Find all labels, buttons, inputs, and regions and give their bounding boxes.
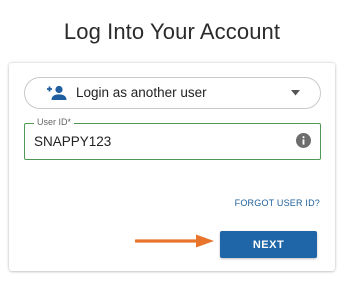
page-title: Log Into Your Account (63, 19, 281, 44)
user-id-label: User ID* (34, 117, 75, 127)
account-select-dropdown[interactable]: Login as another user (24, 77, 321, 109)
chevron-down-icon (291, 90, 300, 96)
user-id-field: User ID* (24, 117, 321, 160)
annotation-arrow-icon (135, 234, 214, 248)
forgot-user-id-link[interactable]: FORGOT USER ID? (235, 198, 320, 208)
add-user-icon (47, 85, 67, 100)
user-id-input[interactable] (34, 132, 284, 150)
login-card: Login as another user User ID* FORGOT US… (9, 63, 335, 271)
next-button[interactable]: NEXT (220, 231, 317, 258)
account-select-label: Login as another user (76, 85, 207, 100)
info-icon[interactable] (296, 133, 311, 148)
